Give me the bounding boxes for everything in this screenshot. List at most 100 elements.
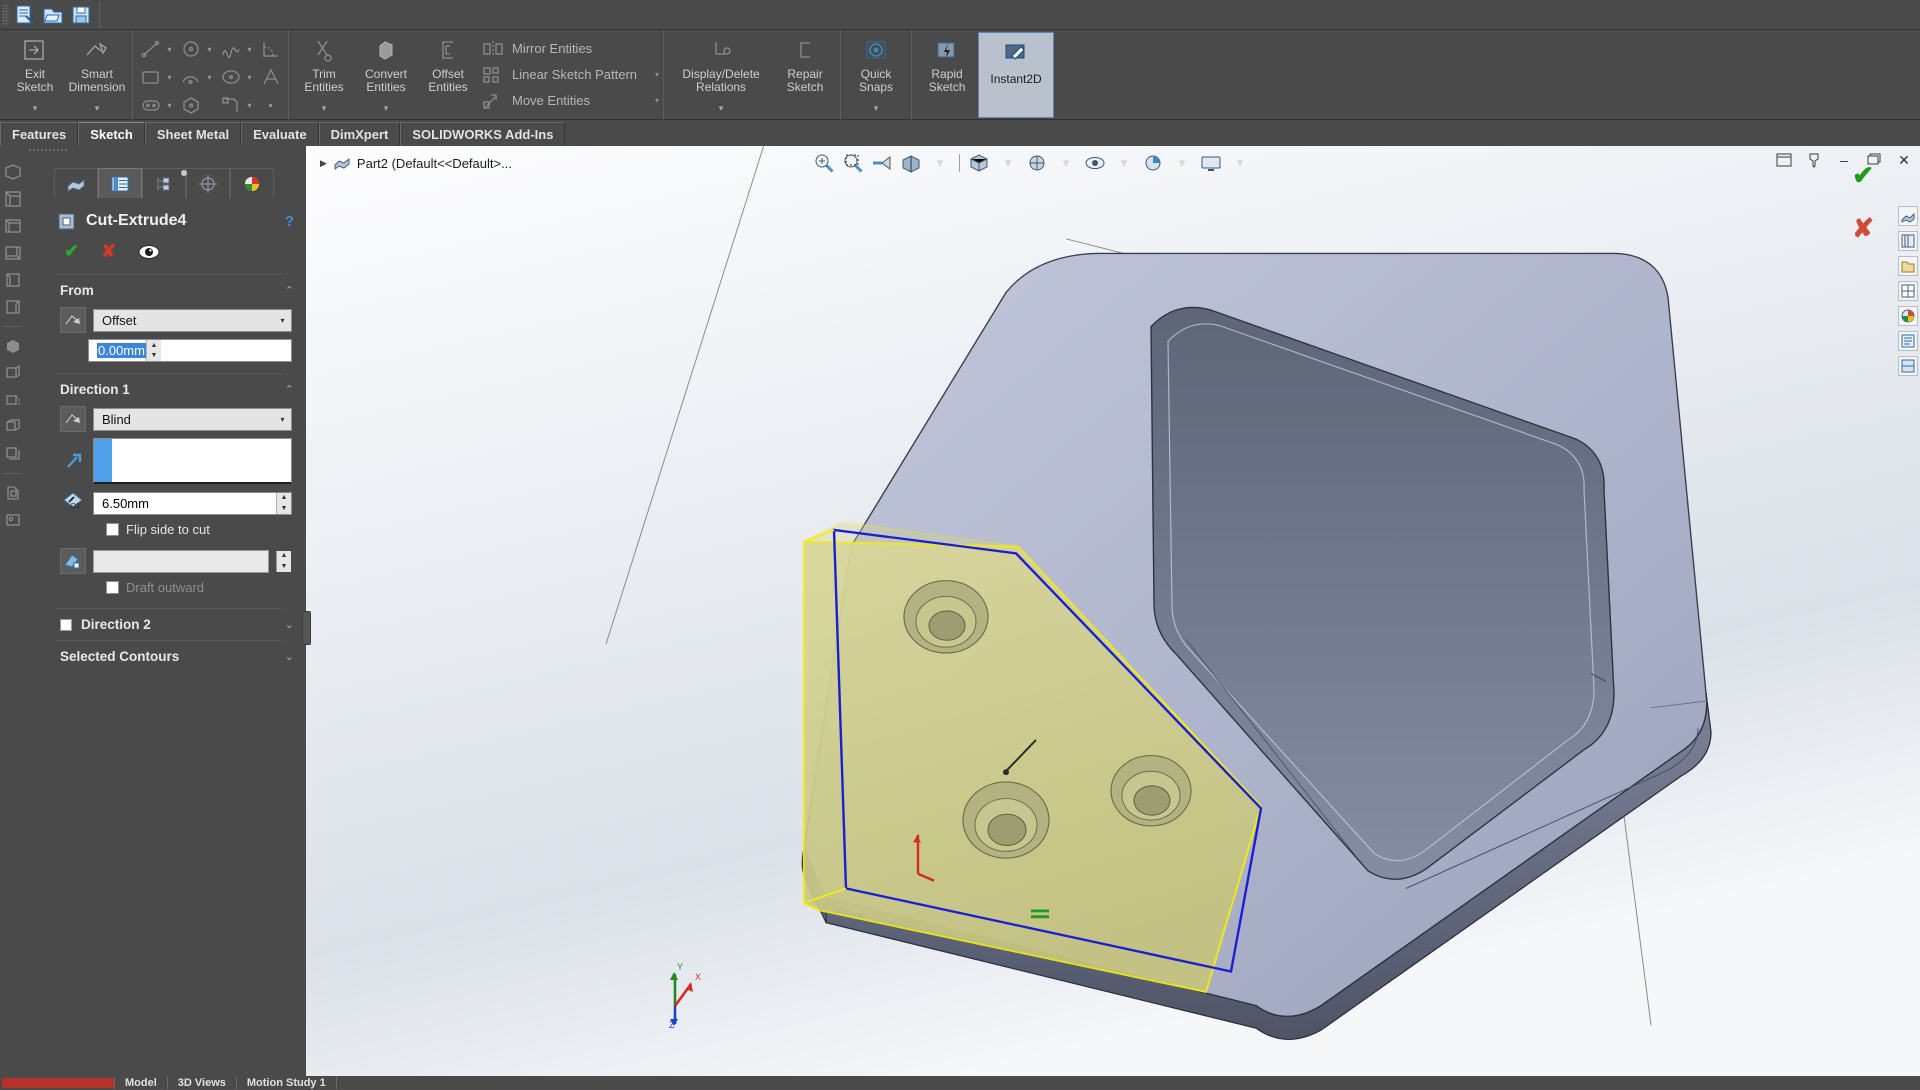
chevron-up-icon[interactable]: ⌃ xyxy=(285,284,294,297)
view-orientation-dropdown-caret[interactable]: ▾ xyxy=(995,150,1021,176)
circle-icon[interactable] xyxy=(177,37,204,62)
wireframe-icon[interactable] xyxy=(3,417,23,437)
arc-icon[interactable] xyxy=(177,65,204,90)
ellipse-dropdown-caret[interactable]: ▾ xyxy=(244,73,255,82)
point-icon[interactable] xyxy=(257,93,284,118)
sketch-fillet-dropdown-caret[interactable]: ▾ xyxy=(244,101,255,110)
rapid-sketch-button[interactable]: Rapid Sketch xyxy=(916,32,978,118)
model-viewport[interactable] xyxy=(306,146,1920,1076)
draft-outward-row[interactable]: Draft outward xyxy=(26,577,306,598)
from-offset-input[interactable]: 0.00mm ▲ ▼ xyxy=(88,339,292,362)
repair-sketch-button[interactable]: Repair Sketch xyxy=(774,32,836,118)
section-from-header[interactable]: From ⌃ xyxy=(26,275,306,304)
tab-evaluate[interactable]: Evaluate xyxy=(241,122,319,146)
toolbar-grip[interactable] xyxy=(2,3,9,26)
arc-dropdown-caret[interactable]: ▾ xyxy=(204,73,215,82)
isometric-view-icon[interactable] xyxy=(3,189,23,209)
polygon-icon[interactable] xyxy=(177,93,204,118)
hide-show-items-dropdown-caret[interactable]: ▾ xyxy=(1111,150,1137,176)
draft-angle-icon[interactable] xyxy=(60,548,86,574)
direction1-depth-input[interactable]: 6.50mm ▲ ▼ xyxy=(93,491,292,515)
appearance-icon[interactable] xyxy=(3,483,23,503)
circle-dropdown-caret[interactable]: ▾ xyxy=(204,45,215,54)
pin-icon[interactable] xyxy=(1804,150,1824,170)
chevron-down-icon[interactable]: ▾ xyxy=(274,409,291,430)
feature-tree-flyout[interactable]: ▶ Part2 (Default<<Default>... xyxy=(320,154,512,172)
property-manager-tab[interactable] xyxy=(98,168,142,198)
flip-side-to-cut-checkbox[interactable] xyxy=(106,523,119,536)
rectangle-dropdown-caret[interactable]: ▾ xyxy=(164,73,175,82)
display-style-icon[interactable] xyxy=(1024,150,1050,176)
open-document-icon[interactable] xyxy=(41,3,65,27)
ok-button[interactable]: ✔ xyxy=(64,241,79,262)
section-view-icon[interactable] xyxy=(3,336,23,356)
rectangle-icon[interactable] xyxy=(137,65,164,90)
preview-button[interactable] xyxy=(138,244,160,260)
configuration-manager-tab[interactable] xyxy=(142,168,186,198)
smart-dimension-button[interactable]: Smart Dimension ▾ xyxy=(66,32,128,118)
direction1-draft-stepper[interactable]: ▲ ▼ xyxy=(276,550,291,572)
tab-features[interactable]: Features xyxy=(0,122,79,146)
hide-show-items-icon[interactable] xyxy=(1082,150,1108,176)
new-document-icon[interactable] xyxy=(13,3,37,27)
exit-sketch-button[interactable]: Exit Sketch ▾ xyxy=(4,32,66,118)
text-icon[interactable] xyxy=(257,65,284,90)
status-tab-3d-views[interactable]: 3D Views xyxy=(168,1077,237,1089)
tile-window-icon[interactable] xyxy=(1774,150,1794,170)
display-style-dropdown-caret[interactable]: ▾ xyxy=(1053,150,1079,176)
right-view-icon[interactable] xyxy=(3,297,23,317)
convert-entities-button[interactable]: Convert Entities ▾ xyxy=(355,32,417,118)
front-view-icon[interactable] xyxy=(3,216,23,236)
chevron-up-icon[interactable]: ⌃ xyxy=(285,383,294,396)
trim-entities-dropdown-caret[interactable]: ▾ xyxy=(322,103,327,114)
zoom-to-area-icon[interactable] xyxy=(840,150,866,176)
quick-snaps-button[interactable]: Quick Snaps ▾ xyxy=(845,32,907,118)
offset-entities-button[interactable]: Offset Entities xyxy=(417,32,479,118)
back-view-icon[interactable] xyxy=(3,243,23,263)
from-start-condition-select[interactable]: Offset ▾ xyxy=(93,308,292,332)
slot-icon[interactable] xyxy=(137,93,164,118)
file-explorer-icon[interactable] xyxy=(1898,256,1918,276)
view-palette-icon[interactable] xyxy=(1898,281,1918,301)
solidworks-resources-icon[interactable] xyxy=(1898,206,1918,226)
section-selected-contours-header[interactable]: Selected Contours ⌄ xyxy=(26,641,306,670)
draft-outward-checkbox[interactable] xyxy=(106,581,119,594)
direction2-enable-checkbox[interactable] xyxy=(60,618,72,631)
from-offset-stepper[interactable]: ▲ ▼ xyxy=(145,340,161,361)
dimxpert-icon[interactable] xyxy=(1898,356,1918,376)
fillet-icon[interactable] xyxy=(257,37,284,62)
save-document-icon[interactable] xyxy=(69,3,93,27)
edit-appearance-icon[interactable] xyxy=(1140,150,1166,176)
line-dropdown-caret[interactable]: ▾ xyxy=(164,45,175,54)
direction1-draft-angle-input[interactable] xyxy=(93,549,269,573)
status-tab-model[interactable]: Model xyxy=(114,1077,168,1089)
section-direction1-header[interactable]: Direction 1 ⌃ xyxy=(26,374,306,403)
chevron-down-icon[interactable]: ⌄ xyxy=(285,650,294,663)
left-view-icon[interactable] xyxy=(3,270,23,290)
view-orientation-icon[interactable] xyxy=(3,162,23,182)
reverse-direction-icon[interactable] xyxy=(60,448,86,474)
dimxpert-manager-tab[interactable] xyxy=(186,168,230,198)
tab-dimxpert[interactable]: DimXpert xyxy=(318,122,401,146)
design-library-icon[interactable] xyxy=(1898,231,1918,251)
scene-icon[interactable] xyxy=(3,510,23,530)
linear-sketch-pattern-button[interactable]: Linear Sketch Pattern ▾ xyxy=(479,63,659,86)
custom-properties-icon[interactable] xyxy=(1898,331,1918,351)
panel-grip[interactable] xyxy=(26,146,306,154)
move-entities-dropdown-caret[interactable]: ▾ xyxy=(637,96,659,105)
minimize-button[interactable]: – xyxy=(1834,150,1854,170)
flip-side-to-cut-row[interactable]: Flip side to cut xyxy=(26,519,306,540)
linear-sketch-pattern-dropdown-caret[interactable]: ▾ xyxy=(637,70,659,79)
edit-appearance-dropdown-caret[interactable]: ▾ xyxy=(1169,150,1195,176)
maximize-button[interactable] xyxy=(1864,150,1884,170)
spline-icon[interactable] xyxy=(217,37,244,62)
direction1-direction-selection-box[interactable] xyxy=(93,438,292,484)
section-direction2-header[interactable]: Direction 2 ⌄ xyxy=(26,609,306,638)
tab-sheet-metal[interactable]: Sheet Metal xyxy=(144,122,242,146)
section-view-dropdown-caret[interactable]: ▾ xyxy=(927,150,953,176)
trim-entities-button[interactable]: Trim Entities ▾ xyxy=(293,32,355,118)
zoom-to-fit-icon[interactable] xyxy=(811,150,837,176)
section-view-icon[interactable] xyxy=(898,150,924,176)
view-settings-dropdown-caret[interactable]: ▾ xyxy=(1227,150,1253,176)
feature-manager-tab[interactable] xyxy=(54,168,98,198)
